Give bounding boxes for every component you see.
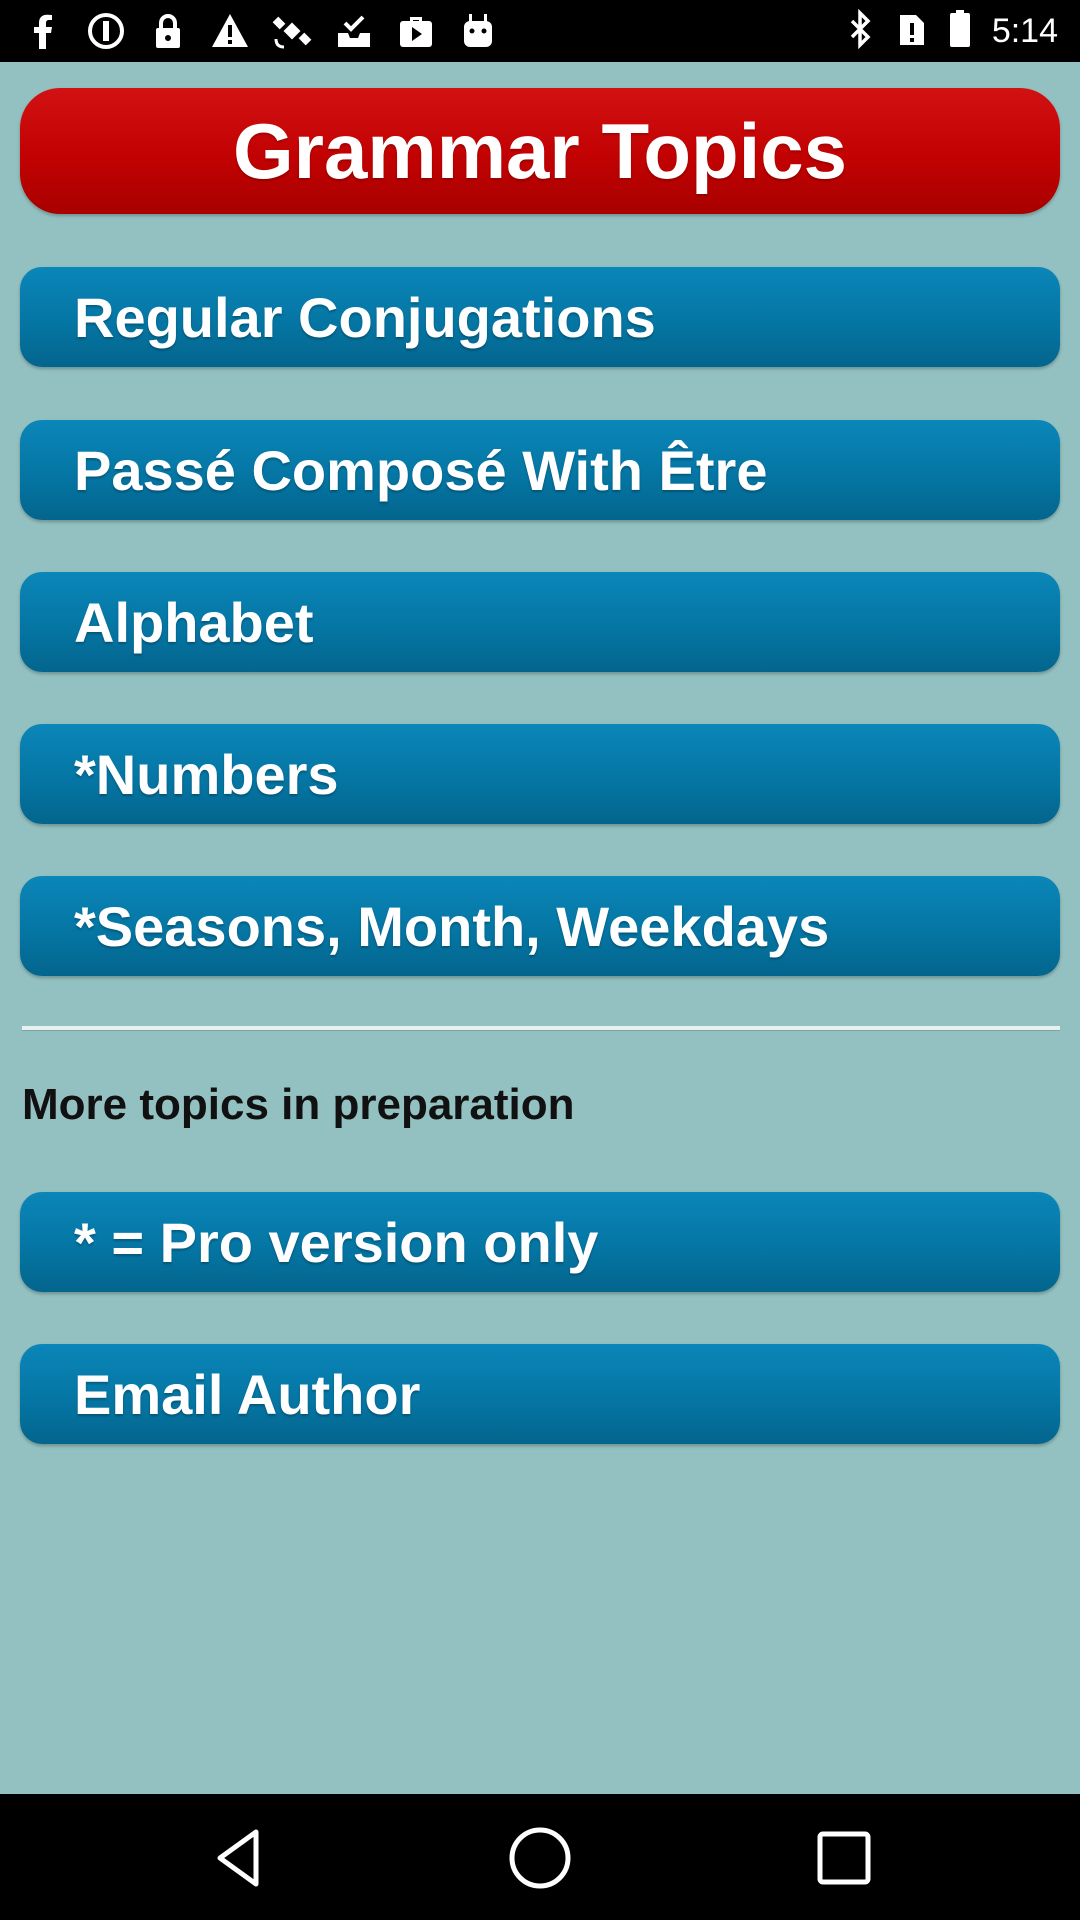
no-sim-icon: [896, 9, 928, 54]
pro-version-button[interactable]: * = Pro version only: [20, 1192, 1060, 1292]
satellite-icon: [272, 11, 312, 51]
page-title: Grammar Topics: [232, 106, 848, 195]
inbox-check-icon: [334, 11, 374, 51]
pro-version-label: * = Pro version only: [74, 1210, 599, 1274]
recents-icon[interactable]: [810, 1824, 878, 1892]
header-banner: Grammar Topics: [20, 88, 1060, 214]
email-author-label: Email Author: [74, 1362, 421, 1426]
status-bar: 5:14: [0, 0, 1080, 62]
more-topics-label: More topics in preparation: [22, 1080, 575, 1129]
notification-icons: [24, 10, 498, 52]
blocked-icon: [86, 11, 126, 51]
topic-button-label: Regular Conjugations: [74, 285, 656, 349]
warning-icon: [210, 11, 250, 51]
back-icon[interactable]: [206, 1824, 274, 1892]
topic-button-label: Passé Composé With Être: [74, 438, 768, 502]
system-icons: 5:14: [846, 8, 1058, 54]
topic-button-numbers[interactable]: *Numbers: [20, 724, 1060, 824]
topic-button-passe-compose[interactable]: Passé Composé With Être: [20, 420, 1060, 520]
battery-icon: [948, 9, 972, 54]
facebook-icon: [24, 11, 64, 51]
navigation-bar: [0, 1794, 1080, 1920]
home-icon[interactable]: [506, 1824, 574, 1892]
topic-button-regular-conjugations[interactable]: Regular Conjugations: [20, 267, 1060, 367]
topic-button-label: *Seasons, Month, Weekdays: [74, 894, 830, 958]
topic-button-label: *Numbers: [74, 742, 339, 806]
clock: 5:14: [991, 11, 1058, 50]
topic-button-seasons[interactable]: *Seasons, Month, Weekdays: [20, 876, 1060, 976]
divider: [22, 1026, 1060, 1031]
bluetooth-icon: [846, 8, 876, 54]
android-icon: [458, 11, 498, 51]
email-author-button[interactable]: Email Author: [20, 1344, 1060, 1444]
topic-button-alphabet[interactable]: Alphabet: [20, 572, 1060, 672]
lock-icon: [148, 11, 188, 51]
topic-button-label: Alphabet: [74, 590, 314, 654]
play-store-icon: [396, 11, 436, 51]
